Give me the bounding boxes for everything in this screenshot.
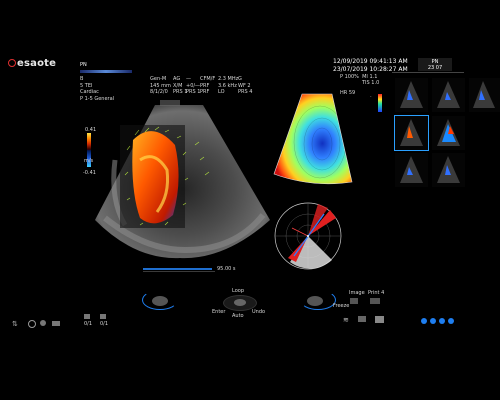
wifi-icon: ≋ [343,316,349,324]
print-key[interactable] [370,298,380,304]
enter-label[interactable]: Enter [212,309,225,315]
left-ring [142,290,178,310]
header-col-6: 2.3 MHz 3.6 kHz LO [218,76,239,95]
svg-text:-: - [370,94,372,99]
counter-2: 0/1 [100,321,109,327]
logo-ring-icon [8,59,16,67]
top-scale-bar [80,70,132,73]
color-scale-unit: m/s [84,158,94,164]
thumbnail-3[interactable] [469,78,500,112]
thumbnail-1[interactable] [395,78,428,112]
usb-icon: ⇅ [12,320,18,328]
esaote-logo: esaote [8,58,56,69]
right-ring [300,290,336,310]
blue-button-1[interactable] [421,318,427,324]
image-label[interactable]: Image [349,290,365,296]
tab-frame-label: 23 07 [427,65,443,71]
image-key[interactable] [350,298,358,304]
thumbnail-5[interactable] [432,116,465,150]
color-scale-bottom: -0.41 [83,170,96,176]
counter1-icon [84,314,90,319]
header-col-5: CFM/F PRF PRF [200,76,216,95]
mode-label: PN [80,62,87,68]
tab-underline [392,72,464,73]
dvd-icon [28,320,36,328]
date-time-1: 12/09/2019 09:41:13 AM [333,58,408,65]
playback-progress[interactable] [143,268,213,270]
header-col-7: G WF 2 PRS 4 [238,76,253,95]
thumbnail-4-selected[interactable] [394,115,429,151]
printer-icon [375,316,384,323]
pressure-map[interactable] [272,92,354,188]
header-col-1: B5 TEI Cardiac P 1-5 General [80,76,115,102]
flow-color-legend: - [370,94,382,112]
playback-track[interactable] [143,271,215,272]
auto-label[interactable]: Auto [232,313,244,319]
blue-button-3[interactable] [439,318,445,324]
blue-button-4[interactable] [448,318,454,324]
tab-patient[interactable]: PN 23 07 [418,58,452,71]
storage-icon [52,321,60,326]
playback-time: 95.00 s [217,266,236,272]
counter-1: 0/1 [84,321,93,327]
ultrasound-image[interactable] [95,100,270,260]
loop-label: Loop [232,288,244,294]
blue-button-2[interactable] [430,318,436,324]
freeze-label[interactable]: Freeze [333,303,349,309]
network-icon [40,320,46,326]
undo-label[interactable]: Undo [252,309,265,315]
thumbnail-6[interactable] [395,153,428,187]
counter2-icon [100,314,106,319]
logo-text: esaote [17,58,57,69]
tis-params: TIS 1.0 [362,80,380,86]
header-col-2: Gen-M 145 mm 8/1/2/0 [150,76,171,95]
polar-plot[interactable] [272,200,344,272]
header-col-4: — +0/— PRS 1 [186,76,201,95]
ecg-icon [358,316,366,322]
thumbnail-2[interactable] [432,78,465,112]
print-label[interactable]: Print 4 [368,290,384,296]
thumbnail-7[interactable] [432,153,465,187]
